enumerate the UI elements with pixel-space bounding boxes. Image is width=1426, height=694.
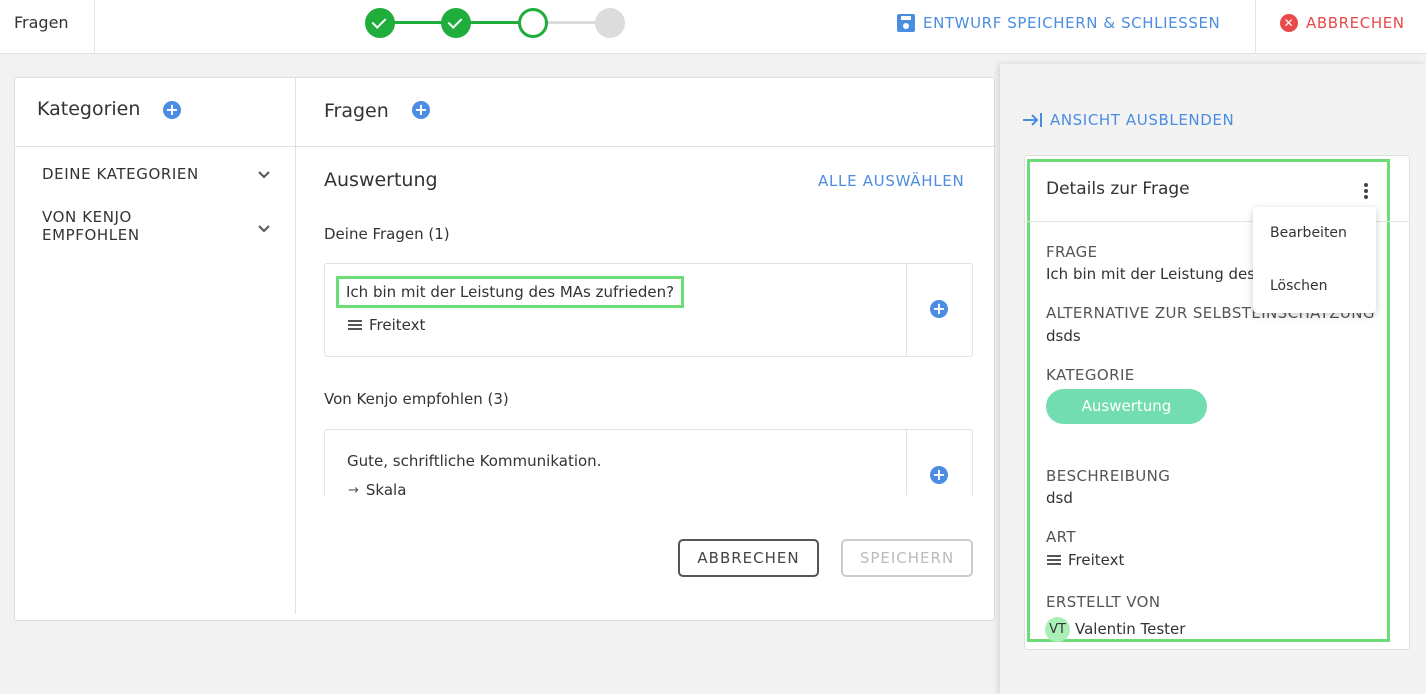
group-label-kenjo: Von Kenjo empfohlen (3): [324, 390, 509, 408]
add-category-plus-icon[interactable]: +: [163, 101, 181, 119]
questions-title: Fragen: [324, 100, 389, 122]
chevron-down-icon[interactable]: [258, 225, 270, 237]
question-type: → Skala: [348, 481, 406, 495]
divider: [1255, 0, 1256, 54]
progress-stepper: [364, 7, 626, 39]
chevron-down-icon[interactable]: [258, 171, 270, 183]
save-draft-label: ENTWURF SPEICHERN & SCHLIESSEN: [923, 14, 1221, 32]
cancel-top-label: ABBRECHEN: [1306, 14, 1405, 32]
add-question-plus-icon[interactable]: +: [412, 101, 430, 119]
options-menu: Bearbeiten Löschen: [1253, 207, 1376, 313]
description-field-value: dsd: [1046, 489, 1073, 507]
page-title: Fragen: [14, 13, 69, 32]
menu-item-edit[interactable]: Bearbeiten: [1270, 225, 1347, 241]
questions-header: Fragen +: [296, 78, 996, 147]
created-by-value: Valentin Tester: [1075, 620, 1186, 638]
categories-title: Kategorien: [37, 98, 141, 120]
add-question-plus-icon[interactable]: +: [930, 466, 948, 484]
questions-editor-card: Kategorien + Fragen + DEINE KATEGORIEN V…: [14, 77, 996, 621]
divider: [94, 0, 95, 54]
lines-icon: [348, 320, 362, 330]
detail-side-panel: ANSICHT AUSBLENDEN Details zur Frage FRA…: [1000, 64, 1426, 694]
category-item-deine[interactable]: DEINE KATEGORIEN: [42, 165, 232, 183]
floppy-disk-icon: [897, 14, 915, 32]
cancel-button[interactable]: ABBRECHEN: [678, 539, 819, 577]
add-question-plus-icon[interactable]: +: [930, 300, 948, 318]
section-title: Auswertung: [324, 169, 438, 191]
divider: [906, 430, 907, 495]
collapse-arrow-icon: [1023, 113, 1042, 127]
step-1-done[interactable]: [365, 8, 395, 38]
question-type: Freitext: [348, 316, 425, 334]
question-card[interactable]: Gute, schriftliche Kommunikation. → Skal…: [324, 429, 973, 495]
question-type-label: Freitext: [369, 316, 426, 334]
step-4-todo[interactable]: [595, 8, 625, 38]
alternative-field-value: dsds: [1046, 327, 1081, 345]
hide-view-label: ANSICHT AUSBLENDEN: [1050, 111, 1235, 129]
menu-item-delete[interactable]: Löschen: [1270, 278, 1327, 294]
categories-column: [15, 78, 296, 614]
category-item-kenjo[interactable]: VON KENJO EMPFOHLEN: [42, 208, 232, 244]
avatar: VT: [1045, 617, 1070, 642]
type-value-label: Freitext: [1068, 551, 1125, 569]
created-by-label: ERSTELLT VON: [1046, 593, 1161, 611]
group-label-own: Deine Fragen (1): [324, 225, 450, 243]
arrow-right-icon: →: [348, 482, 359, 496]
select-all-link[interactable]: ALLE AUSWÄHLEN: [818, 172, 964, 190]
top-bar: Fragen ENTWURF SPEICHERN & SCHLIESSEN ✕ …: [0, 0, 1426, 54]
hide-view-button[interactable]: ANSICHT AUSBLENDEN: [1022, 111, 1234, 129]
close-circle-icon: ✕: [1280, 14, 1298, 32]
question-type-label: Skala: [365, 481, 407, 495]
divider: [906, 264, 907, 356]
lines-icon: [1047, 555, 1061, 565]
save-button[interactable]: SPEICHERN: [841, 539, 973, 577]
save-draft-button[interactable]: ENTWURF SPEICHERN & SCHLIESSEN: [897, 14, 1220, 32]
category-pill: Auswertung: [1046, 389, 1207, 424]
question-field-label: FRAGE: [1046, 243, 1098, 261]
question-field-value: Ich bin mit der Leistung des: [1046, 265, 1256, 283]
description-field-label: BESCHREIBUNG: [1046, 467, 1171, 485]
question-text: Gute, schriftliche Kommunikation.: [347, 452, 602, 470]
step-2-done[interactable]: [441, 8, 471, 38]
questions-list[interactable]: Ich bin mit der Leistung des MAs zufried…: [324, 263, 973, 495]
type-field-label: ART: [1046, 528, 1076, 546]
question-card[interactable]: Ich bin mit der Leistung des MAs zufried…: [324, 263, 973, 357]
question-text: Ich bin mit der Leistung des MAs zufried…: [335, 276, 685, 308]
type-field-value: Freitext: [1047, 551, 1124, 569]
category-field-label: KATEGORIE: [1046, 366, 1135, 384]
categories-header: Kategorien +: [15, 78, 296, 147]
cancel-top-button[interactable]: ✕ ABBRECHEN: [1280, 14, 1405, 32]
step-3-current[interactable]: [518, 8, 548, 38]
more-options-icon[interactable]: [1364, 183, 1368, 199]
detail-title: Details zur Frage: [1046, 179, 1190, 199]
